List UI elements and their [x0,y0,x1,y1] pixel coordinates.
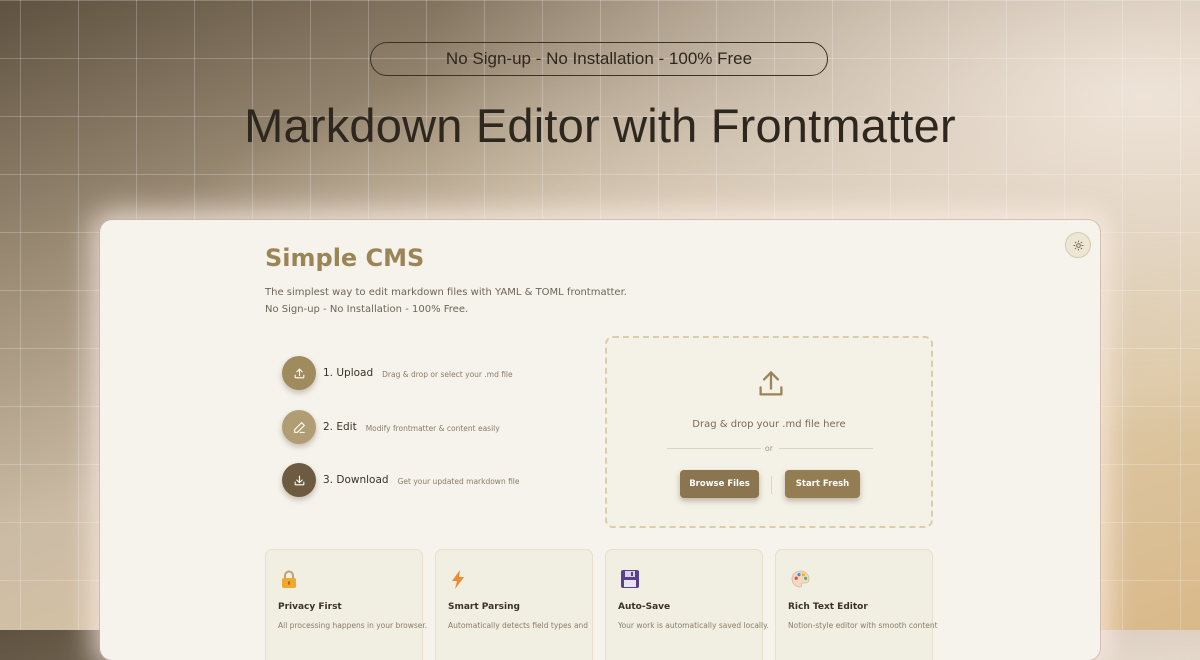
palette-icon [791,570,810,588]
feature-desc: Your work is automatically saved locally… [618,621,769,630]
button-divider [771,476,772,494]
tagline-line-1: The simplest way to edit markdown files … [265,287,627,298]
lightning-icon [452,570,464,589]
feature-desc: Notion-style editor with smooth content [788,621,938,630]
tagline: The simplest way to edit markdown files … [265,284,627,318]
step-edit: 2. Edit Modify frontmatter & content eas… [282,410,500,444]
step-download-circle [282,463,316,497]
browse-files-button[interactable]: Browse Files [680,470,759,498]
step-edit-circle [282,410,316,444]
pencil-icon [293,421,305,433]
feature-card-auto-save: Auto-Save Your work is automatically sav… [605,549,769,660]
hero-headline: Markdown Editor with Frontmatter [244,99,956,152]
upload-icon [759,371,783,396]
sun-icon [1072,239,1084,251]
step-edit-title: 2. Edit [323,421,357,433]
feature-desc: Automatically detects field types and [448,621,589,630]
feature-card-privacy: Privacy First All processing happens in … [265,549,427,660]
feature-title: Rich Text Editor [788,602,868,612]
theme-toggle-button[interactable] [1065,232,1091,258]
feature-title: Auto-Save [618,602,671,612]
hero-badge-text: No Sign-up - No Installation - 100% Free [445,49,753,68]
step-upload-circle [282,356,316,390]
dropzone-text: Drag & drop your .md file here [692,419,846,430]
tagline-line-2: No Sign-up - No Installation - 100% Free… [265,304,469,315]
hero-badge: No Sign-up - No Installation - 100% Free [370,42,828,76]
step-edit-desc: Modify frontmatter & content easily [365,423,500,433]
floppy-disk-icon [621,570,639,588]
feature-desc: All processing happens in your browser. [278,621,428,630]
divider-right [779,448,873,449]
dropzone-or-text: or [764,444,774,453]
download-icon [294,475,304,485]
feature-card-smart-parsing: Smart Parsing Automatically detects fiel… [435,549,593,660]
lock-icon [282,570,296,588]
step-upload-title: 1. Upload [323,367,374,379]
file-dropzone[interactable]: Drag & drop your .md file here or Browse… [605,336,933,528]
step-upload: 1. Upload Drag & drop or select your .md… [282,356,513,390]
step-download: 3. Download Get your updated markdown fi… [282,463,520,497]
feature-title: Privacy First [278,602,342,612]
feature-card-rich-text: Rich Text Editor Notion-style editor wit… [775,549,938,660]
start-fresh-button[interactable]: Start Fresh [785,470,860,498]
step-download-title: 3. Download [323,474,389,486]
upload-icon [294,368,304,378]
app-window: Simple CMS The simplest way to edit mark… [100,220,1100,660]
brand-title: Simple CMS [265,244,425,272]
step-upload-desc: Drag & drop or select your .md file [382,369,513,379]
feature-title: Smart Parsing [448,602,520,612]
step-download-desc: Get your updated markdown file [397,476,520,486]
